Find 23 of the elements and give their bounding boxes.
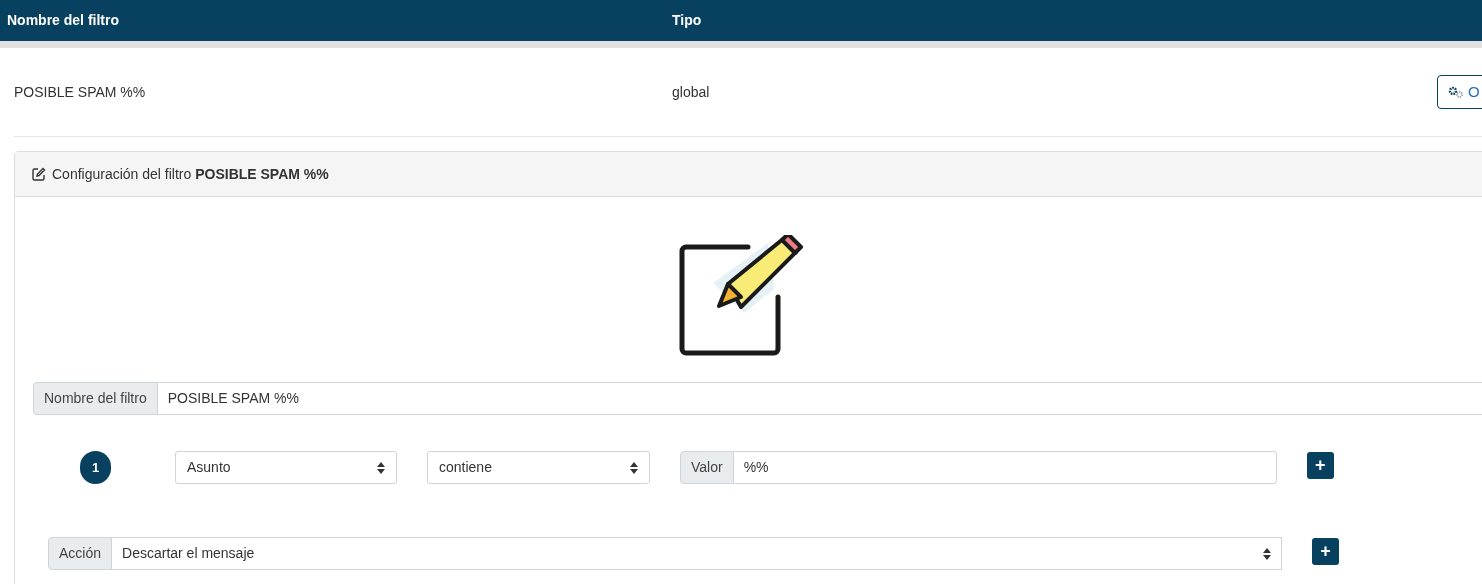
add-button[interactable]: +: [1306, 451, 1334, 479]
table-cell-text: POSIBLE SPAM %%: [14, 82, 147, 102]
action-select[interactable]: Descartar el mensaje: [112, 537, 1283, 570]
gears-icon: [1448, 86, 1464, 98]
pencil-note-icon: [677, 235, 803, 357]
field-select[interactable]: Asunto: [175, 451, 397, 484]
select-arrows-icon: [1263, 547, 1272, 560]
options-button[interactable]: O: [1437, 75, 1482, 109]
column-header: Tipo: [672, 11, 702, 30]
panel-title: Configuración del filtro POSIBLE SPAM %%: [52, 164, 329, 184]
input-label: Valor: [680, 451, 734, 484]
edit-icon: [32, 167, 46, 181]
value-field[interactable]: %%: [733, 451, 1277, 484]
select-arrows-icon: [377, 461, 385, 474]
operator-select[interactable]: contiene: [427, 451, 650, 484]
input-label: Acción: [48, 537, 113, 570]
table-cell-text: global: [672, 82, 711, 102]
select-arrows-icon: [630, 461, 638, 474]
filter-name-field[interactable]: POSIBLE SPAM %%: [157, 382, 1482, 415]
input-label: Nombre del filtro: [33, 382, 158, 415]
step-number: 1: [80, 451, 111, 484]
add-button[interactable]: +: [1312, 537, 1340, 565]
column-header: Nombre del filtro: [6, 11, 120, 30]
